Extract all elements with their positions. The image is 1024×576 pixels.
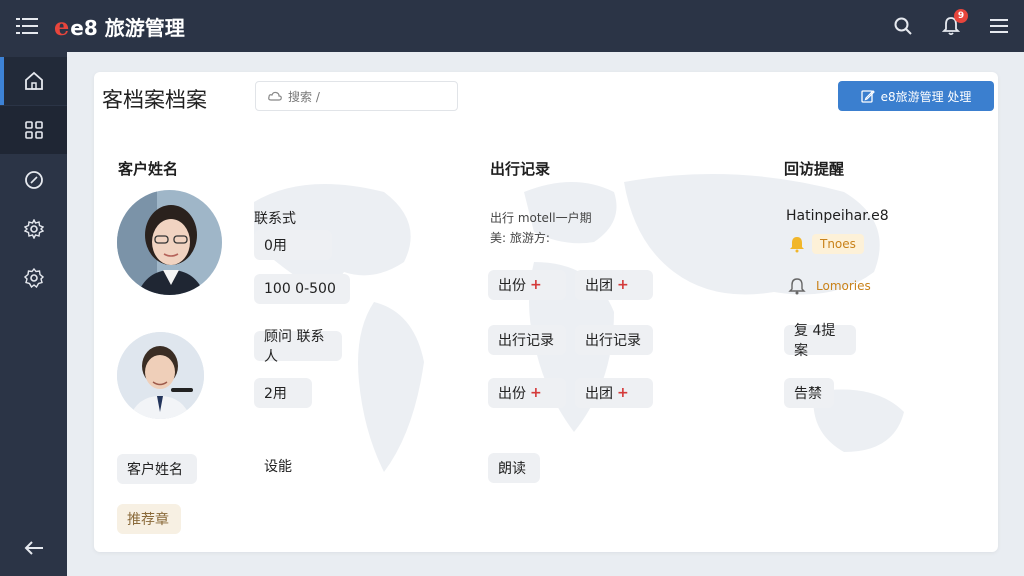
followup-column-heading: 回访提醒 (784, 160, 845, 178)
avatar-male-image (117, 332, 204, 419)
logo-text: e8 旅游管理 (70, 15, 185, 40)
travel-pill-label: 出行记录 (585, 333, 641, 349)
app-logo[interactable]: e e8 旅游管理 (54, 12, 185, 41)
sidebar-item-preferences[interactable] (0, 254, 67, 302)
avatar-female-image (117, 190, 222, 295)
sidebar-item-dashboard[interactable] (0, 106, 67, 154)
sidebar-item-home[interactable] (0, 57, 67, 105)
bell-icon (790, 237, 804, 253)
search-text: 搜索 / (288, 89, 320, 104)
sidebar-collapse-button[interactable] (0, 524, 67, 572)
followup-name: Hatinpeihar.e8 (786, 208, 889, 224)
sidebar-item-settings[interactable] (0, 205, 67, 253)
travel-line-1: 出行 motell一户期 (490, 211, 592, 225)
followup-tag-1[interactable]: Tnoes (788, 234, 864, 254)
customer-pill[interactable]: 2用 (254, 378, 312, 408)
menu-icon (16, 18, 38, 34)
search-button[interactable] (892, 15, 914, 37)
travel-column-heading: 出行记录 (490, 160, 551, 178)
search-input[interactable]: 搜索 / (255, 81, 458, 111)
search-icon (894, 17, 912, 35)
travel-pill[interactable]: 出份 + (488, 270, 566, 300)
plus-icon: + (530, 277, 542, 293)
plus-icon: + (617, 277, 629, 293)
sidebar-item-explore[interactable] (0, 156, 67, 204)
gear-icon (23, 268, 44, 288)
travel-pill[interactable]: 出团 + (575, 270, 653, 300)
contact-label: 联系式 (254, 211, 296, 227)
travel-pill-label: 出份 (498, 278, 526, 294)
travel-pill[interactable]: 朗读 (488, 453, 540, 483)
followup-tag-2[interactable]: Lomories (788, 276, 875, 296)
travel-pill-label: 出份 (498, 386, 526, 402)
travel-pill[interactable]: 出份 + (488, 378, 566, 408)
customer-profile-card: 客档案档案 搜索 / e8旅游管理 处理 客户姓名 联系式 0用 100 0-5… (94, 72, 998, 552)
followup-pill[interactable]: 告禁 (784, 378, 834, 408)
edit-icon (860, 90, 875, 103)
primary-action-button[interactable]: e8旅游管理 处理 (838, 81, 994, 111)
followup-tag-1-label: Tnoes (812, 234, 864, 254)
travel-line-2: 美: 旅游方: (490, 231, 550, 245)
customer-pill[interactable]: 0用 (254, 230, 332, 260)
followup-pill[interactable]: 复 4提案 (784, 323, 856, 359)
plus-icon: + (530, 385, 542, 401)
top-bar: e e8 旅游管理 9 (0, 0, 1024, 52)
avatar-male[interactable] (117, 332, 204, 419)
back-arrow-icon (24, 541, 43, 555)
customer-column-heading: 客户姓名 (118, 160, 179, 178)
plus-icon: + (617, 385, 629, 401)
customer-pill[interactable]: 设能 (254, 451, 302, 481)
customer-pill[interactable]: 顾问 联系人 (254, 329, 342, 365)
travel-pill[interactable]: 出团 + (575, 378, 653, 408)
avatar-female[interactable] (117, 190, 222, 295)
menu-toggle-button[interactable] (0, 0, 54, 52)
page-title: 客档案档案 (102, 88, 207, 112)
bell-icon (788, 278, 806, 295)
travel-pill-label: 出团 (585, 278, 613, 294)
travel-pill[interactable]: 出行记录 (575, 325, 653, 355)
followup-tag-2-label: Lomories (816, 279, 871, 293)
home-icon (24, 71, 43, 90)
cloud-icon (268, 91, 282, 101)
travel-pill[interactable]: 出行记录 (488, 325, 566, 355)
notification-badge: 9 (954, 9, 968, 23)
travel-pill-label: 出团 (585, 386, 613, 402)
travel-pill-label: 出行记录 (498, 333, 554, 349)
more-menu-button[interactable] (988, 15, 1010, 37)
sidebar (0, 52, 67, 576)
logo-mark: e (54, 11, 70, 41)
settings-icon (23, 219, 44, 239)
customer-pill[interactable]: 100 0-500 (254, 274, 350, 304)
grid-icon (24, 121, 43, 139)
primary-button-label: e8旅游管理 处理 (880, 89, 972, 104)
notifications-button[interactable]: 9 (940, 9, 968, 37)
recommend-badge[interactable]: 推荐章 (117, 504, 181, 534)
customer-name-pill[interactable]: 客户姓名 (117, 454, 197, 484)
card-header: 客档案档案 搜索 / e8旅游管理 处理 (94, 72, 998, 124)
compass-icon (24, 171, 43, 189)
hamburger-icon (990, 19, 1008, 33)
